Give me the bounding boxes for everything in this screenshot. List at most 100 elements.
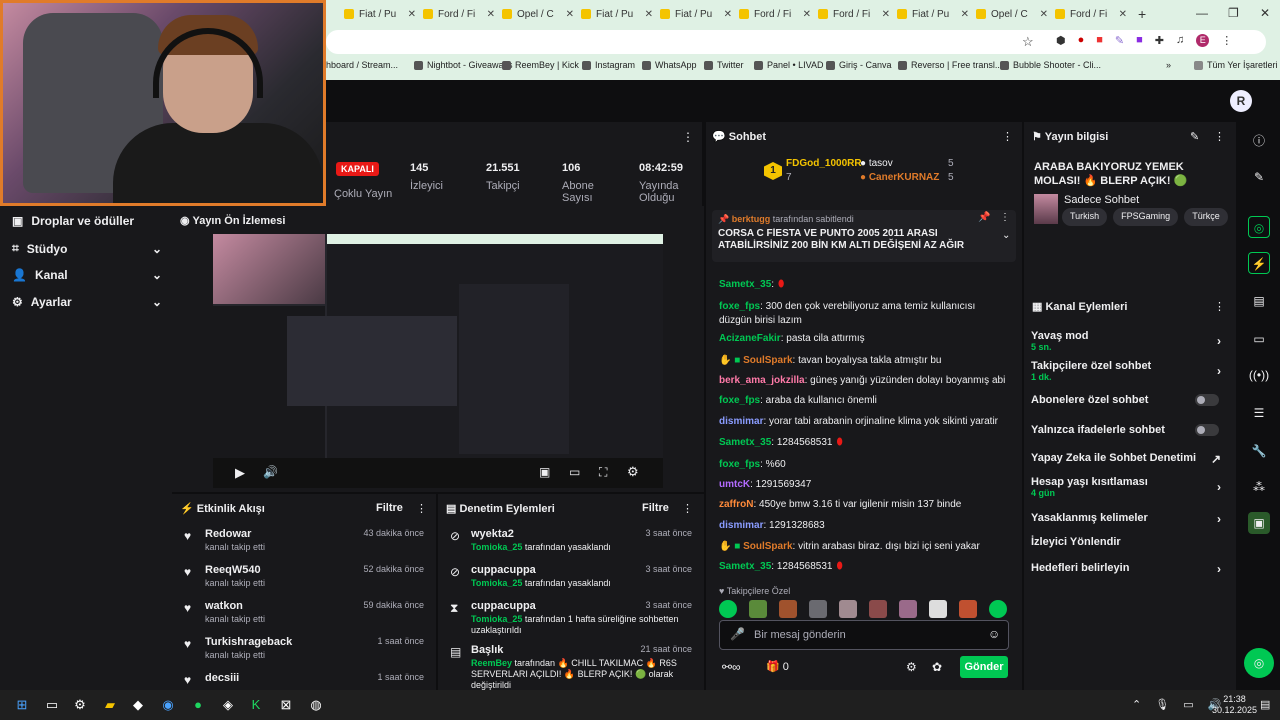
emote-icon[interactable]	[809, 600, 827, 618]
chat-message[interactable]: umtcK: 1291569347	[719, 478, 1009, 492]
menu-icon[interactable]: ⋮	[1214, 130, 1225, 143]
tag-chip[interactable]: FPSGaming	[1113, 208, 1179, 226]
bookmark-item[interactable]: hboard / Stream...	[326, 60, 398, 70]
browser-tab[interactable]: Ford / Fi ✕	[739, 4, 817, 24]
abp-icon[interactable]: ■	[1096, 34, 1103, 47]
clock[interactable]: 21:38 30.12.2025	[1212, 694, 1257, 716]
chat-username[interactable]: Sametx_35	[719, 279, 771, 290]
edit-icon[interactable]: ✎	[1248, 166, 1270, 188]
close-icon[interactable]: ✕	[882, 9, 890, 20]
close-icon[interactable]: ✕	[803, 9, 811, 20]
pen-icon[interactable]: ✎	[1115, 34, 1124, 47]
preview-video[interactable]	[213, 234, 663, 458]
volume-icon[interactable]: 🔊	[263, 465, 278, 479]
close-icon[interactable]: ✕	[961, 9, 969, 20]
close-icon[interactable]: ✕	[724, 9, 732, 20]
bookmark-item[interactable]: Nightbot - Giveaways	[414, 60, 513, 70]
star-icon[interactable]: ☆	[1022, 34, 1034, 50]
emote-icon[interactable]	[989, 600, 1007, 618]
support-icon[interactable]: ◎	[1244, 648, 1274, 678]
chat-message[interactable]: zaffroN: 450ye bmw 3.16 ti var igilenir …	[719, 498, 1009, 512]
folder-icon[interactable]: ▰	[100, 695, 120, 715]
chat-message[interactable]: Sametx_35: ⬮	[719, 278, 1009, 292]
close-icon[interactable]: ✕	[1119, 9, 1127, 20]
moderation-row[interactable]: ⊘ wyekta2 Tomioka_25 tarafından yasaklandı…	[438, 526, 704, 562]
emote-icon[interactable]	[929, 600, 947, 618]
channel-action[interactable]: Yasaklanmış kelimeler ›	[1031, 512, 1227, 526]
settings-icon[interactable]: ⚙	[627, 464, 639, 480]
close-icon[interactable]: ✕	[645, 9, 653, 20]
taskview-icon[interactable]: ▭	[42, 695, 62, 715]
chat-message[interactable]: dismimar: yorar tabi arabanin orjinaline…	[719, 415, 1009, 429]
channel-action[interactable]: Takipçilere özel sohbet 1 dk. ›	[1031, 360, 1227, 382]
chat-username[interactable]: dismimar	[719, 520, 763, 531]
broadcast-icon[interactable]: ((•))	[1248, 364, 1270, 386]
channel-action[interactable]: Yalnızca ifadelerle sohbet	[1031, 424, 1227, 436]
moderation-row[interactable]: ⧗ cuppacuppa Tomioka_25 tarafından 1 hafta…	[438, 598, 704, 635]
adblock-icon[interactable]: ●	[1078, 34, 1085, 47]
chrome-icon[interactable]: ◉	[158, 695, 178, 715]
nav-item[interactable]: ⚙ Ayarlar ⌄	[12, 295, 162, 309]
bookmark-item[interactable]: ReemBey | Kick	[502, 60, 579, 70]
chat-message[interactable]: foxe_fps: %60	[719, 458, 1009, 472]
emote-icon[interactable]	[959, 600, 977, 618]
chat-username[interactable]: dismimar	[719, 416, 763, 427]
channel-action[interactable]: Hedefleri belirleyin ›	[1031, 562, 1227, 576]
activity-row[interactable]: ♥ Turkishrageback kanalı takip etti 1 saat …	[172, 634, 436, 670]
nodes-icon[interactable]: ⁂	[1248, 476, 1270, 498]
chat-username[interactable]: SoulSpark	[743, 541, 792, 552]
channel-action[interactable]: Yapay Zeka ile Sohbet Denetimi ↗	[1031, 452, 1227, 466]
channel-action[interactable]: Abonelere özel sohbet	[1031, 394, 1227, 406]
menu-icon[interactable]: ⋮	[682, 502, 693, 515]
document-icon[interactable]: ▤	[1248, 290, 1270, 312]
chat-username[interactable]: zaffroN	[719, 499, 753, 510]
chat-message[interactable]: Sametx_35: 1284568531 ⬮	[719, 560, 1009, 574]
emote-icon[interactable]	[869, 600, 887, 618]
bookmarks-overflow-icon[interactable]: »	[1166, 60, 1171, 70]
notification-icon[interactable]: ▤	[1260, 698, 1270, 711]
fullscreen-icon[interactable]: ⛶	[599, 465, 607, 480]
nav-item[interactable]: ▣ Droplar ve ödüller	[12, 214, 162, 228]
category-name[interactable]: Sadece Sohbet	[1064, 194, 1139, 206]
moderation-filter-button[interactable]: Filtre	[642, 502, 669, 514]
settings-icon[interactable]: ⚙	[70, 695, 90, 715]
bookmark-item[interactable]: Panel • LIVAD	[754, 60, 824, 70]
steam-icon[interactable]: ◈	[218, 695, 238, 715]
link-icon[interactable]: ⚯∞	[722, 660, 741, 674]
network-icon[interactable]: ▭	[1183, 698, 1193, 711]
play-icon[interactable]: ▶	[235, 465, 245, 481]
chat-username[interactable]: foxe_fps	[719, 459, 760, 470]
chat-message[interactable]: ✋ ■ SoulSpark: vitrin arabası biraz. dış…	[719, 540, 1009, 554]
browser-tab[interactable]: Fiat / Pu ✕	[660, 4, 738, 24]
bookmark-item[interactable]: WhatsApp	[642, 60, 697, 70]
leader-name[interactable]: FDGod_1000RR	[786, 158, 862, 169]
chat-message[interactable]: AcizaneFakir: pasta cila attırmış	[719, 332, 1009, 346]
browser-tab[interactable]: Fiat / Pu ✕	[581, 4, 659, 24]
nav-item[interactable]: 👤 Kanal ⌄	[12, 268, 162, 282]
window-minimize-button[interactable]: —	[1196, 6, 1208, 20]
browser-tab[interactable]: Opel / C ✕	[502, 4, 580, 24]
pip-icon[interactable]: ▣	[539, 465, 550, 479]
activity-row[interactable]: ♥ watkon kanalı takip etti 59 dakika önce	[172, 598, 436, 634]
bolt-icon[interactable]: ⚡	[1248, 252, 1270, 274]
toggle-switch[interactable]	[1195, 394, 1219, 406]
close-icon[interactable]: ✕	[1040, 9, 1048, 20]
profile-avatar[interactable]: E	[1196, 34, 1210, 47]
leader-name[interactable]: ● tasov	[860, 158, 893, 169]
chat-username[interactable]: SoulSpark	[743, 355, 792, 366]
toggle-switch[interactable]	[1195, 424, 1219, 436]
chat-message[interactable]: ✋ ■ SoulSpark: tavan boyalıysa takla atm…	[719, 354, 1009, 368]
steam-icon[interactable]: ◆	[128, 695, 148, 715]
chat-message[interactable]: foxe_fps: araba da kullanıcı önemli	[719, 394, 1009, 408]
close-icon[interactable]: ✕	[487, 9, 495, 20]
mic-icon[interactable]: 🎤	[730, 627, 745, 641]
twitch-icon[interactable]: ■	[1136, 34, 1143, 47]
browser-tab[interactable]: Fiat / Pu ✕	[897, 4, 975, 24]
edit-icon[interactable]: ✎	[1190, 130, 1199, 143]
chevron-up-icon[interactable]: ⌃	[1132, 698, 1141, 711]
bookmark-item[interactable]: Bubble Shooter - Cli...	[1000, 60, 1101, 70]
activity-row[interactable]: ♥ ReeqW540 kanalı takip etti 52 dakika önce	[172, 562, 436, 598]
pin-icon[interactable]: 📌	[978, 212, 990, 223]
close-icon[interactable]: ✕	[408, 9, 416, 20]
tag-chip[interactable]: Turkish	[1062, 208, 1108, 226]
